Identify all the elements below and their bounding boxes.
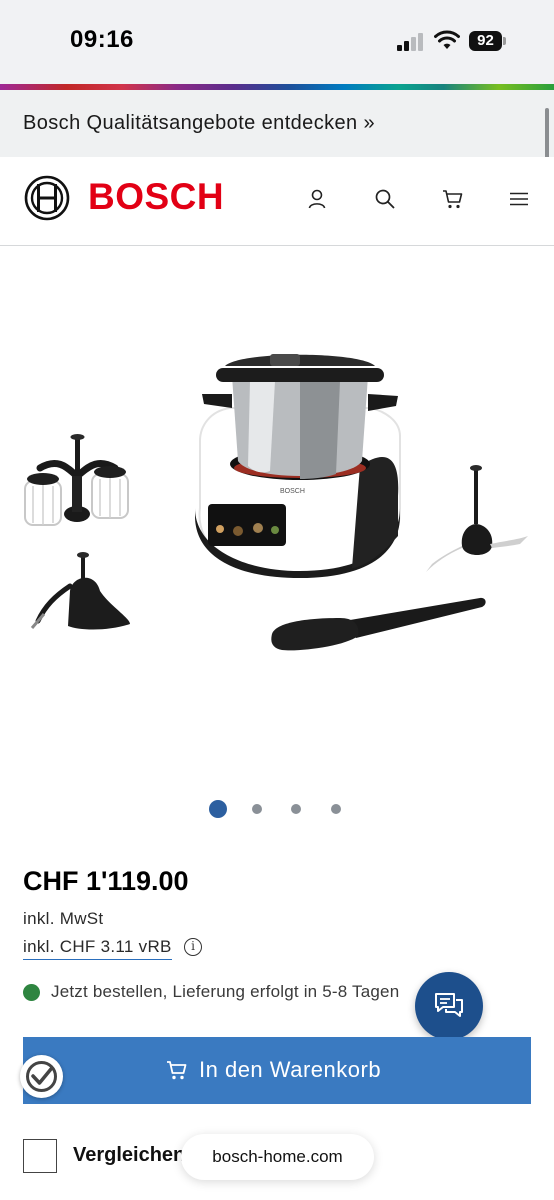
chat-bubbles-icon [435,993,463,1017]
gallery-dot-1[interactable] [209,800,227,818]
compare-label[interactable]: Vergleichen [73,1144,185,1167]
product-price: CHF 1'119.00 [23,866,189,896]
battery-level: 92 [469,31,502,51]
availability-text: Jetzt bestellen, Lieferung erfolgt in 5-… [51,982,400,1001]
wifi-icon [434,30,460,49]
site-header: BOSCH [0,157,554,246]
menu-hamburger-icon[interactable] [507,187,531,211]
product-image-gallery[interactable]: BOSCH [0,246,554,786]
cellular-signal-icon [397,33,425,51]
page-scrollbar[interactable] [545,108,549,163]
gallery-dot-2[interactable] [252,804,262,814]
battery-icon: 92 [469,31,506,51]
cookit-food-processor-image: BOSCH [195,354,401,578]
shopping-cart-icon [167,1061,187,1080]
search-icon[interactable] [373,187,397,211]
gallery-pagination [0,800,554,818]
trusted-shop-badge[interactable] [20,1055,63,1098]
compare-checkbox[interactable] [23,1139,57,1173]
add-to-cart-button[interactable]: In den Warenkorb [23,1037,531,1104]
user-account-icon[interactable] [305,187,329,211]
vat-note: inkl. MwSt [23,909,104,928]
recycling-fee-link[interactable]: inkl. CHF 3.11 vRB [23,937,172,960]
promo-link[interactable]: Bosch Qualitätsangebote entdecken » [23,112,375,135]
add-to-cart-label: In den Warenkorb [199,1057,382,1082]
bosch-armature-logo-icon[interactable] [24,175,70,221]
status-bar: 09:16 92 [0,0,554,84]
svg-text:BOSCH: BOSCH [280,488,305,495]
chat-button[interactable] [415,972,483,1040]
browser-url-pill[interactable]: bosch-home.com [181,1134,374,1180]
availability-status-dot [23,984,40,1001]
product-image: BOSCH [24,354,528,651]
promo-banner[interactable]: Bosch Qualitätsangebote entdecken » [0,90,554,157]
status-time: 09:16 [70,26,134,53]
gallery-dot-4[interactable] [331,804,341,814]
spatula-image [271,597,486,651]
whisk-attachment-image [24,434,129,526]
shopping-cart-icon[interactable] [441,187,465,211]
peeler-attachment-image [30,552,130,630]
info-icon[interactable]: i [184,938,202,956]
bosch-logo[interactable]: BOSCH [88,176,224,218]
chopping-knife-image [426,465,528,572]
shield-check-icon [26,1061,57,1092]
gallery-dot-3[interactable] [291,804,301,814]
